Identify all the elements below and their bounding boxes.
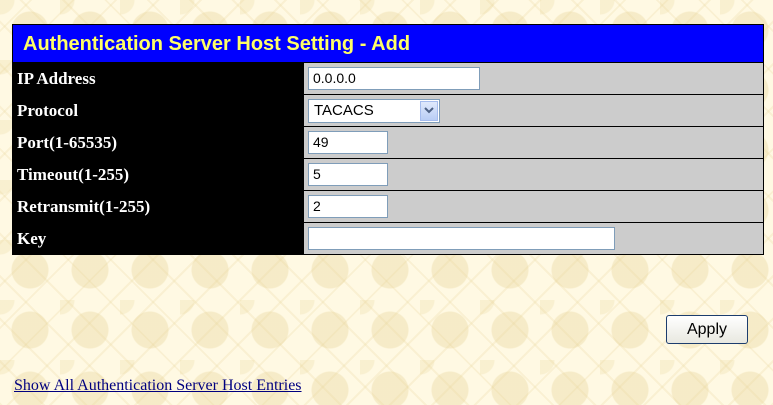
key-cell [303, 222, 764, 255]
show-all-entries-link[interactable]: Show All Authentication Server Host Entr… [14, 377, 302, 395]
retransmit-label: Retransmit(1-255) [12, 190, 304, 223]
ip-address-label: IP Address [12, 62, 304, 95]
form-row-port: Port(1-65535) 49 [12, 126, 764, 159]
retransmit-cell: 2 [303, 190, 764, 223]
apply-button[interactable]: Apply [666, 315, 748, 344]
settings-form-table: IP Address 0.0.0.0 Protocol TACACS Port(… [12, 62, 764, 255]
protocol-label: Protocol [12, 94, 304, 127]
port-label: Port(1-65535) [12, 126, 304, 159]
form-row-retransmit: Retransmit(1-255) 2 [12, 190, 764, 223]
timeout-input[interactable]: 5 [308, 163, 388, 186]
panel-title: Authentication Server Host Setting - Add [12, 24, 764, 62]
form-row-ip-address: IP Address 0.0.0.0 [12, 62, 764, 95]
auth-server-host-panel: Authentication Server Host Setting - Add… [12, 24, 764, 255]
form-row-timeout: Timeout(1-255) 5 [12, 158, 764, 191]
chevron-down-icon[interactable] [420, 100, 438, 121]
protocol-select[interactable]: TACACS [308, 98, 440, 123]
ip-address-cell: 0.0.0.0 [303, 62, 764, 95]
key-label: Key [12, 222, 304, 255]
port-cell: 49 [303, 126, 764, 159]
ip-address-input[interactable]: 0.0.0.0 [308, 67, 480, 90]
form-row-key: Key [12, 222, 764, 255]
key-input[interactable] [308, 227, 615, 250]
protocol-selected-value: TACACS [314, 101, 374, 119]
port-input[interactable]: 49 [308, 131, 388, 154]
retransmit-input[interactable]: 2 [308, 195, 388, 218]
timeout-cell: 5 [303, 158, 764, 191]
form-row-protocol: Protocol TACACS [12, 94, 764, 127]
timeout-label: Timeout(1-255) [12, 158, 304, 191]
protocol-cell: TACACS [303, 94, 764, 127]
